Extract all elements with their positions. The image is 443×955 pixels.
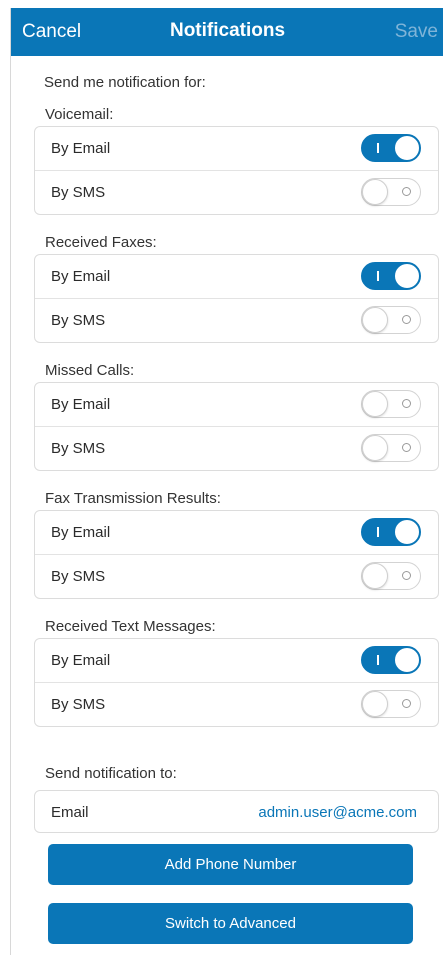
text-messages-sms-row: By SMS [35,683,438,726]
fax-results-sms-toggle[interactable] [361,562,421,590]
navigation-bar: Cancel Notifications Save [11,8,443,56]
toggle-knob [362,391,388,417]
fax-results-sms-row: By SMS [35,555,438,598]
row-label: By SMS [51,568,106,585]
missed-calls-sms-row: By SMS [35,427,438,470]
add-phone-number-button[interactable]: Add Phone Number [48,844,413,885]
toggle-off-icon [402,399,411,408]
received-text-messages-group: By Email By SMS [34,638,439,727]
received-faxes-email-toggle[interactable] [361,262,421,290]
toggle-off-icon [402,699,411,708]
toggle-off-icon [402,443,411,452]
toggle-knob [362,307,388,333]
section-label-missed-calls: Missed Calls: [45,362,135,379]
email-label: Email [51,804,89,821]
received-faxes-sms-row: By SMS [35,299,438,342]
missed-calls-email-toggle[interactable] [361,390,421,418]
toggle-knob [394,263,420,289]
missed-calls-group: By Email By SMS [34,382,439,471]
toggle-off-icon [402,315,411,324]
row-label: By SMS [51,312,106,329]
toggle-knob [394,135,420,161]
toggle-off-icon [402,187,411,196]
section-label-received-text-messages: Received Text Messages: [45,618,216,635]
toggle-knob [362,691,388,717]
voicemail-email-row: By Email [35,127,438,171]
row-label: By SMS [51,440,106,457]
received-faxes-email-row: By Email [35,255,438,299]
toggle-on-icon [377,655,379,665]
send-notification-to-label: Send notification to: [45,765,177,782]
voicemail-email-toggle[interactable] [361,134,421,162]
received-faxes-group: By Email By SMS [34,254,439,343]
row-label: By SMS [51,184,106,201]
fax-results-email-toggle[interactable] [361,518,421,546]
row-label: By Email [51,396,111,413]
row-label: By SMS [51,696,106,713]
toggle-knob [362,563,388,589]
section-label-received-faxes: Received Faxes: [45,234,157,251]
missed-calls-email-row: By Email [35,383,438,427]
save-button[interactable]: Save [395,21,438,43]
toggle-on-icon [377,143,379,153]
text-messages-sms-toggle[interactable] [361,690,421,718]
fax-results-email-row: By Email [35,511,438,555]
intro-text: Send me notification for: [44,74,206,91]
email-value[interactable]: admin.user@acme.com [258,804,417,821]
toggle-knob [394,519,420,545]
toggle-knob [362,179,388,205]
voicemail-sms-row: By SMS [35,171,438,214]
toggle-knob [362,435,388,461]
toggle-knob [394,647,420,673]
switch-to-advanced-button[interactable]: Switch to Advanced [48,903,413,944]
toggle-on-icon [377,271,379,281]
row-label: By Email [51,268,111,285]
missed-calls-sms-toggle[interactable] [361,434,421,462]
received-faxes-sms-toggle[interactable] [361,306,421,334]
notifications-screen: Cancel Notifications Save Send me notifi… [10,8,443,955]
voicemail-sms-toggle[interactable] [361,178,421,206]
toggle-on-icon [377,527,379,537]
text-messages-email-toggle[interactable] [361,646,421,674]
toggle-off-icon [402,571,411,580]
text-messages-email-row: By Email [35,639,438,683]
fax-transmission-results-group: By Email By SMS [34,510,439,599]
page-title: Notifications [169,20,286,41]
section-label-fax-transmission-results: Fax Transmission Results: [45,490,221,507]
row-label: By Email [51,140,111,157]
row-label: By Email [51,652,111,669]
voicemail-group: By Email By SMS [34,126,439,215]
section-label-voicemail: Voicemail: [45,106,114,123]
row-label: By Email [51,524,111,541]
notification-email-row[interactable]: Email admin.user@acme.com [34,790,439,833]
